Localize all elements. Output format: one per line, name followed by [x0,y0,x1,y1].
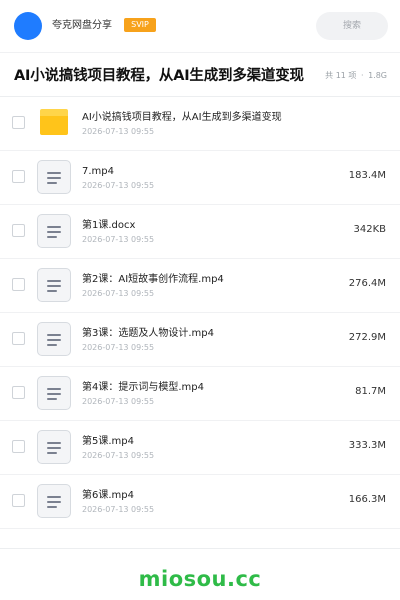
avatar[interactable] [14,12,42,40]
item-date: 2026-07-13 09:55 [82,505,155,514]
list-item[interactable]: 第1课.docx 2026-07-13 09:55 342KB [0,205,400,259]
item-size: 276.4M [348,278,386,289]
list-item[interactable]: 第2课：AI短故事创作流程.mp4 2026-07-13 09:55 276.4… [0,259,400,313]
item-size: 272.9M [348,332,386,343]
page-title: AI小说搞钱项目教程，从AI生成到多渠道变现 [14,68,304,84]
total-size: 1.8G [368,71,387,80]
folder-icon [40,109,68,135]
document-icon [37,268,71,302]
document-icon [37,484,71,518]
item-name: 第2课：AI短故事创作流程.mp4 [82,274,224,285]
list-item[interactable]: 第4课：提示词与模型.mp4 2026-07-13 09:55 81.7M [0,367,400,421]
share-titlebar: AI小说搞钱项目教程，从AI生成到多渠道变现 共 11 项 · 1.8G [0,53,400,96]
item-name: 第3课：选题及人物设计.mp4 [82,328,214,339]
list-item[interactable]: 第6课.mp4 2026-07-13 09:55 166.3M [0,475,400,529]
document-icon [37,214,71,248]
brand-label: 夸克网盘分享 [52,20,112,31]
share-summary: 共 11 项 · 1.8G [325,71,387,81]
item-name: 第6课.mp4 [82,490,134,501]
item-date: 2026-07-13 09:55 [82,181,155,190]
footer-divider [0,548,400,549]
document-icon [37,430,71,464]
item-date: 2026-07-13 09:55 [82,235,155,244]
document-icon [37,322,71,356]
list-item[interactable]: 第5课.mp4 2026-07-13 09:55 333.3M [0,421,400,475]
list-item[interactable]: 7.mp4 2026-07-13 09:55 183.4M [0,151,400,205]
item-size: 166.3M [348,494,386,505]
select-checkbox[interactable] [12,116,25,129]
item-date: 2026-07-13 09:55 [82,397,155,406]
item-name: 第1课.docx [82,220,136,231]
item-date: 2026-07-13 09:55 [82,127,155,136]
item-size: 342KB [353,224,386,235]
file-list: AI小说搞钱项目教程，从AI生成到多渠道变现 2026-07-13 09:55 … [0,97,400,529]
document-icon [37,160,71,194]
select-checkbox[interactable] [12,170,25,183]
select-checkbox[interactable] [12,440,25,453]
item-name: 第4课：提示词与模型.mp4 [82,382,204,393]
item-name: 第5课.mp4 [82,436,134,447]
list-item[interactable]: 第3课：选题及人物设计.mp4 2026-07-13 09:55 272.9M [0,313,400,367]
site-watermark: miosou.cc [138,567,262,591]
list-item[interactable]: AI小说搞钱项目教程，从AI生成到多渠道变现 2026-07-13 09:55 [0,97,400,151]
item-size: 183.4M [348,170,386,181]
item-size: 333.3M [348,440,386,451]
item-size: 81.7M [355,386,386,397]
select-checkbox[interactable] [12,278,25,291]
select-checkbox[interactable] [12,224,25,237]
item-date: 2026-07-13 09:55 [82,343,155,352]
app-header: 夸克网盘分享 SVIP 搜索 [0,0,400,52]
select-checkbox[interactable] [12,494,25,507]
document-icon [37,376,71,410]
search-button[interactable]: 搜索 [316,12,388,40]
svip-badge: SVIP [124,18,156,32]
item-name: 7.mp4 [82,166,114,177]
select-checkbox[interactable] [12,386,25,399]
item-name: AI小说搞钱项目教程，从AI生成到多渠道变现 [82,112,282,123]
select-checkbox[interactable] [12,332,25,345]
item-date: 2026-07-13 09:55 [82,451,155,460]
item-date: 2026-07-13 09:55 [82,289,155,298]
summary-separator: · [360,71,364,80]
item-count: 共 11 项 [325,71,357,80]
